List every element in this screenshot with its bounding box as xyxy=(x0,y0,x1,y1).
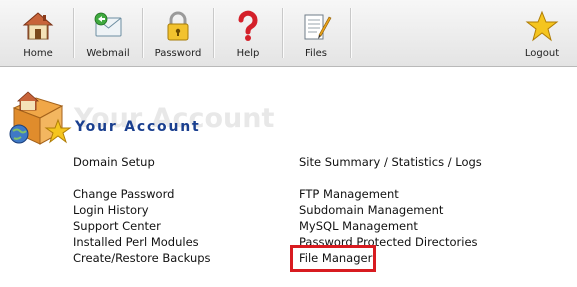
question-mark-icon xyxy=(238,10,258,41)
files-button[interactable]: Files xyxy=(286,0,346,66)
page-title: Your Account xyxy=(75,119,201,135)
file-manager-highlight xyxy=(290,245,376,272)
padlock-icon xyxy=(167,11,189,41)
toolbar-separator xyxy=(142,8,144,58)
mysql-management-link[interactable]: MySQL Management xyxy=(299,219,418,233)
installed-perl-modules-link[interactable]: Installed Perl Modules xyxy=(73,235,199,249)
home-icon xyxy=(22,12,54,40)
change-password-link[interactable]: Change Password xyxy=(73,187,174,201)
subdomain-management-link[interactable]: Subdomain Management xyxy=(299,203,443,217)
star-icon xyxy=(525,10,559,42)
password-button[interactable]: Password xyxy=(146,0,210,66)
password-label: Password xyxy=(154,48,202,59)
toolbar-separator xyxy=(73,8,75,58)
home-button[interactable]: Home xyxy=(4,0,72,66)
account-icon xyxy=(9,91,72,145)
files-label: Files xyxy=(305,48,327,59)
webmail-label: Webmail xyxy=(86,48,130,59)
support-center-link[interactable]: Support Center xyxy=(73,219,161,233)
webmail-button[interactable]: Webmail xyxy=(77,0,139,66)
toolbar-separator xyxy=(213,8,215,58)
site-summary-link[interactable]: Site Summary / Statistics / Logs xyxy=(299,155,482,169)
logout-button[interactable]: Logout xyxy=(510,0,574,66)
files-icon xyxy=(304,14,332,40)
top-toolbar: Home Webmail Password Help Files Logout xyxy=(0,0,577,67)
logout-label: Logout xyxy=(524,48,560,59)
ftp-management-link[interactable]: FTP Management xyxy=(299,187,399,201)
domain-setup-link[interactable]: Domain Setup xyxy=(73,155,155,169)
create-restore-backups-link[interactable]: Create/Restore Backups xyxy=(73,251,211,265)
toolbar-separator xyxy=(282,8,284,58)
toolbar-separator xyxy=(350,8,352,58)
help-button[interactable]: Help xyxy=(217,0,279,66)
login-history-link[interactable]: Login History xyxy=(73,203,149,217)
help-label: Help xyxy=(236,48,260,59)
mail-icon xyxy=(94,12,122,37)
home-label: Home xyxy=(23,48,53,59)
